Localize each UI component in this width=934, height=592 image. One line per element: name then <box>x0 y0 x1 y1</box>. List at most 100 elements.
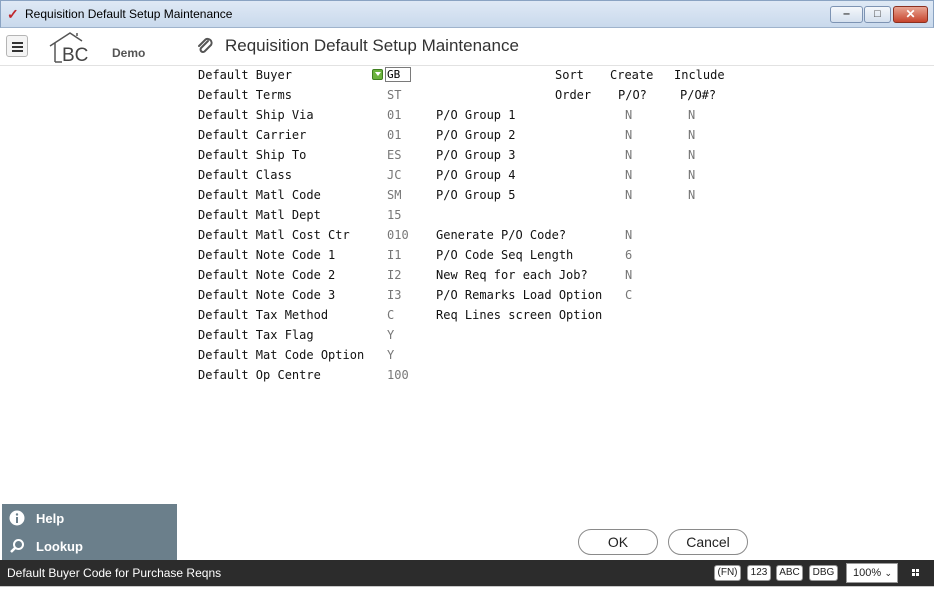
create-po-header: P/O? <box>618 88 647 102</box>
help-button[interactable]: Help <box>2 504 177 532</box>
maximize-button[interactable]: □ <box>864 6 891 23</box>
field-label: Default Class <box>198 168 292 182</box>
po-group-label: P/O Group 2 <box>436 128 516 142</box>
lookup-button[interactable]: Lookup <box>2 532 177 560</box>
field-value[interactable]: Y <box>387 328 394 342</box>
company-logo: BC <box>49 32 88 64</box>
po-group-create-value[interactable]: N <box>625 128 632 142</box>
menu-icon <box>12 42 23 44</box>
fn-chip[interactable]: (FN) <box>714 565 741 581</box>
po-group-include-value[interactable]: N <box>688 168 695 182</box>
field-value[interactable]: I1 <box>387 248 401 262</box>
debug-chip[interactable]: DBG <box>809 565 838 581</box>
logo-subtitle: Demo <box>112 46 146 60</box>
logo-text: BC <box>62 45 88 64</box>
status-bar: Default Buyer Code for Purchase Reqns (F… <box>0 560 934 586</box>
field-value[interactable]: I2 <box>387 268 401 282</box>
po-group-create-value[interactable]: N <box>625 188 632 202</box>
minimize-icon: ‒ <box>843 8 850 20</box>
minimize-button[interactable]: ‒ <box>830 6 863 23</box>
field-value[interactable]: SM <box>387 188 401 202</box>
po-group-create-value[interactable]: N <box>625 148 632 162</box>
field-label: Default Ship Via <box>198 108 314 122</box>
po-group-include-value[interactable]: N <box>688 148 695 162</box>
cancel-button[interactable]: Cancel <box>668 529 748 555</box>
option-value[interactable]: N <box>625 228 632 242</box>
field-label: Default Matl Cost Ctr <box>198 228 350 242</box>
ok-button[interactable]: OK <box>578 529 658 555</box>
field-value[interactable]: ES <box>387 148 401 162</box>
default-buyer-label: Default Buyer <box>198 68 292 82</box>
maximize-icon: □ <box>874 8 881 20</box>
option-value[interactable]: C <box>625 288 632 302</box>
dropdown-icon[interactable] <box>372 69 383 80</box>
field-value[interactable]: 15 <box>387 208 401 222</box>
po-group-include-value[interactable]: N <box>688 108 695 122</box>
option-label: Req Lines screen Option <box>436 308 603 322</box>
field-label: Default Note Code 1 <box>198 248 336 262</box>
field-label: Default Note Code 3 <box>198 288 336 302</box>
create-header: Create <box>610 68 654 82</box>
field-label: Default Tax Method <box>198 308 329 322</box>
field-value[interactable]: I3 <box>387 288 401 302</box>
numeric-chip[interactable]: 123 <box>747 565 771 581</box>
side-panel: Help Lookup <box>2 504 177 560</box>
field-value[interactable]: Y <box>387 348 394 362</box>
po-group-include-value[interactable]: N <box>688 128 695 142</box>
option-value[interactable]: N <box>625 268 632 282</box>
option-value[interactable]: 6 <box>625 248 632 262</box>
field-value[interactable]: 01 <box>387 108 401 122</box>
window-titlebar: ✓ Requisition Default Setup Maintenance … <box>0 0 934 28</box>
search-icon <box>10 539 24 553</box>
close-icon: ✕ <box>905 7 916 21</box>
window-title: Requisition Default Setup Maintenance <box>25 7 233 21</box>
po-group-include-value[interactable]: N <box>688 188 695 202</box>
po-group-create-value[interactable]: N <box>625 168 632 182</box>
paperclip-icon[interactable] <box>196 37 214 55</box>
field-value[interactable]: 100 <box>387 368 409 382</box>
field-label: Default Carrier <box>198 128 307 142</box>
chevron-down-icon: ⌄ <box>884 568 892 578</box>
close-button[interactable]: ✕ <box>893 6 928 23</box>
option-label: New Req for each Job? <box>436 268 588 282</box>
field-label: Default Terms <box>198 88 292 102</box>
field-label: Default Ship To <box>198 148 307 162</box>
field-value[interactable]: 01 <box>387 128 401 142</box>
field-label: Default Note Code 2 <box>198 268 336 282</box>
po-group-label: P/O Group 3 <box>436 148 516 162</box>
zoom-value: 100% <box>853 567 882 579</box>
po-group-label: P/O Group 5 <box>436 188 516 202</box>
grid-icon[interactable] <box>912 569 920 577</box>
field-value[interactable]: C <box>387 308 394 322</box>
po-group-create-value[interactable]: N <box>625 108 632 122</box>
field-value[interactable]: JC <box>387 168 401 182</box>
po-group-label: P/O Group 4 <box>436 168 516 182</box>
page-title: Requisition Default Setup Maintenance <box>225 36 519 55</box>
app-icon: ✓ <box>7 6 19 22</box>
field-value[interactable]: 010 <box>387 228 409 242</box>
help-label: Help <box>36 511 65 526</box>
include-po-header: P/O#? <box>680 88 717 102</box>
lookup-label: Lookup <box>36 539 83 554</box>
field-label: Default Tax Flag <box>198 328 314 342</box>
order-header: Order <box>555 88 592 102</box>
field-value[interactable]: ST <box>387 88 401 102</box>
option-label: Generate P/O Code? <box>436 228 567 242</box>
background-window <box>0 586 934 592</box>
info-icon <box>9 510 25 526</box>
field-label: Default Matl Code <box>198 188 321 202</box>
default-buyer-input[interactable] <box>385 67 411 82</box>
po-group-label: P/O Group 1 <box>436 108 516 122</box>
app-header: BC Demo Requisition Default Setup Mainte… <box>0 28 934 66</box>
field-label: Default Matl Dept <box>198 208 321 222</box>
menu-button[interactable] <box>6 35 28 57</box>
option-label: P/O Remarks Load Option <box>436 288 603 302</box>
field-label: Default Mat Code Option <box>198 348 365 362</box>
option-label: P/O Code Seq Length <box>436 248 574 262</box>
field-label: Default Op Centre <box>198 368 321 382</box>
abc-chip[interactable]: ABC <box>776 565 803 581</box>
include-header: Include <box>674 68 725 82</box>
zoom-select[interactable]: 100% ⌄ <box>846 563 898 583</box>
form-area: Default Buyer Default Terms ST Default Shi… <box>0 66 934 560</box>
sort-header: Sort <box>555 68 584 82</box>
